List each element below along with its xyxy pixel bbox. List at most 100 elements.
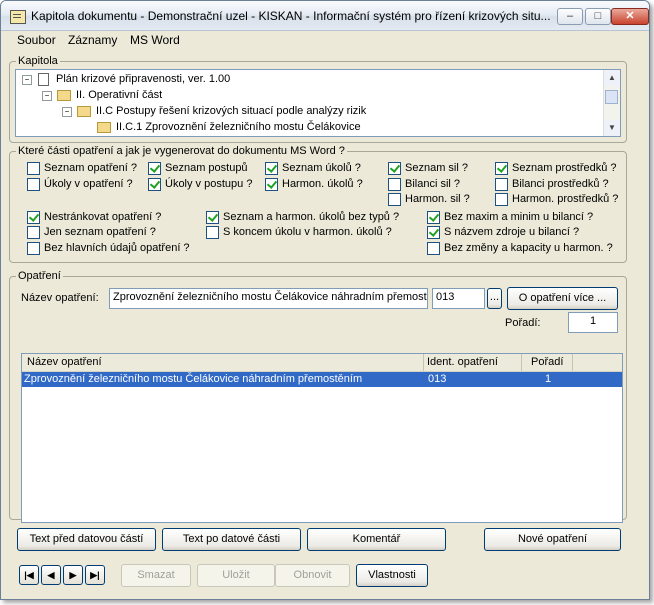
checkbox-box[interactable] xyxy=(27,226,40,239)
checkbox-box[interactable] xyxy=(265,178,278,191)
checkbox-label: Seznam úkolů ? xyxy=(282,162,361,174)
checkbox-box[interactable] xyxy=(27,211,40,224)
checkbox-box[interactable] xyxy=(388,162,401,175)
checkbox-seznam-sil[interactable]: Seznam sil ? xyxy=(388,162,468,175)
checkbox-harmon-ukolu[interactable]: Harmon. úkolů ? xyxy=(265,178,363,191)
checkbox-label: Harmon. úkolů ? xyxy=(282,178,363,190)
checkbox-seznam-prostredku[interactable]: Seznam prostředků ? xyxy=(495,162,617,175)
checkbox-seznam-opatreni[interactable]: Seznam opatření ? xyxy=(27,162,137,175)
checkbox-box[interactable] xyxy=(148,178,161,191)
checkbox-s-nazvem-zdroje[interactable]: S názvem zdroje u bilancí ? xyxy=(427,226,579,239)
checkbox-box[interactable] xyxy=(495,162,508,175)
checkbox-box[interactable] xyxy=(265,162,278,175)
checkbox-box[interactable] xyxy=(427,242,440,255)
checkbox-bez-hlavnich-udaju[interactable]: Bez hlavních údajů opatření ? xyxy=(27,242,190,255)
checkbox-box[interactable] xyxy=(427,211,440,224)
menu-ms-word[interactable]: MS Word xyxy=(130,33,180,47)
checkbox-box[interactable] xyxy=(206,211,219,224)
menu-zaznamy[interactable]: Záznamy xyxy=(68,33,117,47)
folder-icon xyxy=(97,122,111,133)
order-input[interactable]: 1 xyxy=(568,312,618,333)
checkbox-bez-maxim[interactable]: Bez maxim a minim u bilancí ? xyxy=(427,211,593,224)
checkbox-harmon-sil[interactable]: Harmon. sil ? xyxy=(388,193,470,206)
code-input[interactable]: 013 xyxy=(432,288,485,309)
window: Kapitola dokumentu - Demonstrační uzel -… xyxy=(0,0,650,600)
checkbox-box[interactable] xyxy=(27,162,40,175)
chapter-tree[interactable]: − Plán krizové připravenosti, ver. 1.00 … xyxy=(15,69,621,137)
tree-node-operativni[interactable]: II. Operativní část xyxy=(76,88,162,102)
header-divider[interactable] xyxy=(572,354,573,371)
new-measure-button[interactable]: Nové opatření xyxy=(484,528,621,551)
checkbox-s-koncem-ukolu[interactable]: S koncem úkolu v harmon. úkolů ? xyxy=(206,226,392,239)
checkbox-harmon-prostredku[interactable]: Harmon. prostředků ? xyxy=(495,193,618,206)
collapse-toggle[interactable]: − xyxy=(62,107,72,117)
close-button[interactable]: ✕ xyxy=(611,8,649,25)
checkbox-box[interactable] xyxy=(148,162,161,175)
checkbox-box[interactable] xyxy=(27,242,40,255)
checkbox-bilanci-prostredku[interactable]: Bilanci prostředků ? xyxy=(495,178,609,191)
checkbox-box[interactable] xyxy=(427,226,440,239)
save-button[interactable]: Uložit xyxy=(197,564,275,587)
header-poradi[interactable]: Pořadí xyxy=(531,356,563,368)
document-icon xyxy=(38,73,49,86)
name-input[interactable]: Zprovoznění železničního mostu Čelákovic… xyxy=(109,288,428,309)
header-divider[interactable] xyxy=(423,354,424,371)
tree-scrollbar[interactable]: ▲ ▼ xyxy=(603,70,620,136)
properties-button[interactable]: Vlastnosti xyxy=(356,564,428,587)
checkbox-label: Bilanci sil ? xyxy=(405,178,461,190)
scroll-up-icon[interactable]: ▲ xyxy=(604,70,620,86)
checkbox-seznam-ukolu[interactable]: Seznam úkolů ? xyxy=(265,162,361,175)
scroll-thumb[interactable] xyxy=(605,90,618,104)
checkbox-label: Seznam postupů xyxy=(165,162,248,174)
checkbox-jen-seznam[interactable]: Jen seznam opatření ? xyxy=(27,226,156,239)
tree-node-zprovozneni[interactable]: II.C.1 Zprovoznění železničního mostu Če… xyxy=(116,120,361,134)
checkbox-bez-zmeny-kapacity[interactable]: Bez změny a kapacity u harmon. ? xyxy=(427,242,613,255)
checkbox-label: Bez změny a kapacity u harmon. ? xyxy=(444,242,613,254)
comment-button[interactable]: Komentář xyxy=(307,528,446,551)
kapitola-legend: Kapitola xyxy=(16,55,60,67)
window-title: Kapitola dokumentu - Demonstrační uzel -… xyxy=(31,9,551,23)
checkbox-label: Nestránkovat opatření ? xyxy=(44,211,162,223)
last-record-icon[interactable]: ▶| xyxy=(85,565,105,585)
next-record-icon[interactable]: ▶ xyxy=(63,565,83,585)
delete-button[interactable]: Smazat xyxy=(121,564,191,587)
checkbox-seznam-harmon-bez-typu[interactable]: Seznam a harmon. úkolů bez typů ? xyxy=(206,211,399,224)
more-info-button[interactable]: O opatření více ... xyxy=(507,287,618,310)
checkbox-label: Bez maxim a minim u bilancí ? xyxy=(444,211,594,223)
table-row[interactable]: Zprovoznění železničního mostu Čelákovic… xyxy=(22,372,622,387)
scroll-down-icon[interactable]: ▼ xyxy=(604,120,620,136)
checkbox-ukoly-v-postupu[interactable]: Úkoly v postupu ? xyxy=(148,178,252,191)
checkbox-box[interactable] xyxy=(27,178,40,191)
restore-button[interactable]: Obnovit xyxy=(275,564,350,587)
header-nazev[interactable]: Název opatření xyxy=(27,356,102,368)
checkbox-box[interactable] xyxy=(388,193,401,206)
collapse-toggle[interactable]: − xyxy=(42,91,52,101)
checkbox-box[interactable] xyxy=(495,178,508,191)
checkbox-label: Harmon. prostředků ? xyxy=(512,193,619,205)
measures-table[interactable]: Název opatření Ident. opatření Pořadí Zp… xyxy=(21,353,623,523)
text-after-button[interactable]: Text po datové části xyxy=(162,528,301,551)
checkbox-label: S koncem úkolu v harmon. úkolů ? xyxy=(223,226,392,238)
checkbox-label: Harmon. sil ? xyxy=(405,193,470,205)
maximize-button[interactable]: □ xyxy=(585,8,611,25)
tree-node-postupy[interactable]: II.C Postupy řešení krizových situací po… xyxy=(96,104,366,118)
minimize-button[interactable]: – xyxy=(557,8,583,25)
first-record-icon[interactable]: |◀ xyxy=(19,565,39,585)
checkbox-box[interactable] xyxy=(388,178,401,191)
checkbox-ukoly-v-opatreni[interactable]: Úkoly v opatření ? xyxy=(27,178,133,191)
checkbox-box[interactable] xyxy=(206,226,219,239)
checkbox-seznam-postupu[interactable]: Seznam postupů xyxy=(148,162,248,175)
checkbox-label: Úkoly v opatření ? xyxy=(44,178,133,190)
header-divider[interactable] xyxy=(521,354,522,371)
tree-node-plan[interactable]: Plán krizové připravenosti, ver. 1.00 xyxy=(56,72,230,86)
collapse-toggle[interactable]: − xyxy=(22,75,32,85)
checkbox-label: Seznam sil ? xyxy=(405,162,468,174)
header-ident[interactable]: Ident. opatření xyxy=(427,356,498,368)
text-before-button[interactable]: Text před datovou částí xyxy=(17,528,156,551)
menu-soubor[interactable]: Soubor xyxy=(17,33,56,47)
checkbox-box[interactable] xyxy=(495,193,508,206)
browse-button[interactable]: ... xyxy=(487,288,502,309)
checkbox-nestrankovat[interactable]: Nestránkovat opatření ? xyxy=(27,211,161,224)
checkbox-bilanci-sil[interactable]: Bilanci sil ? xyxy=(388,178,460,191)
prev-record-icon[interactable]: ◀ xyxy=(41,565,61,585)
